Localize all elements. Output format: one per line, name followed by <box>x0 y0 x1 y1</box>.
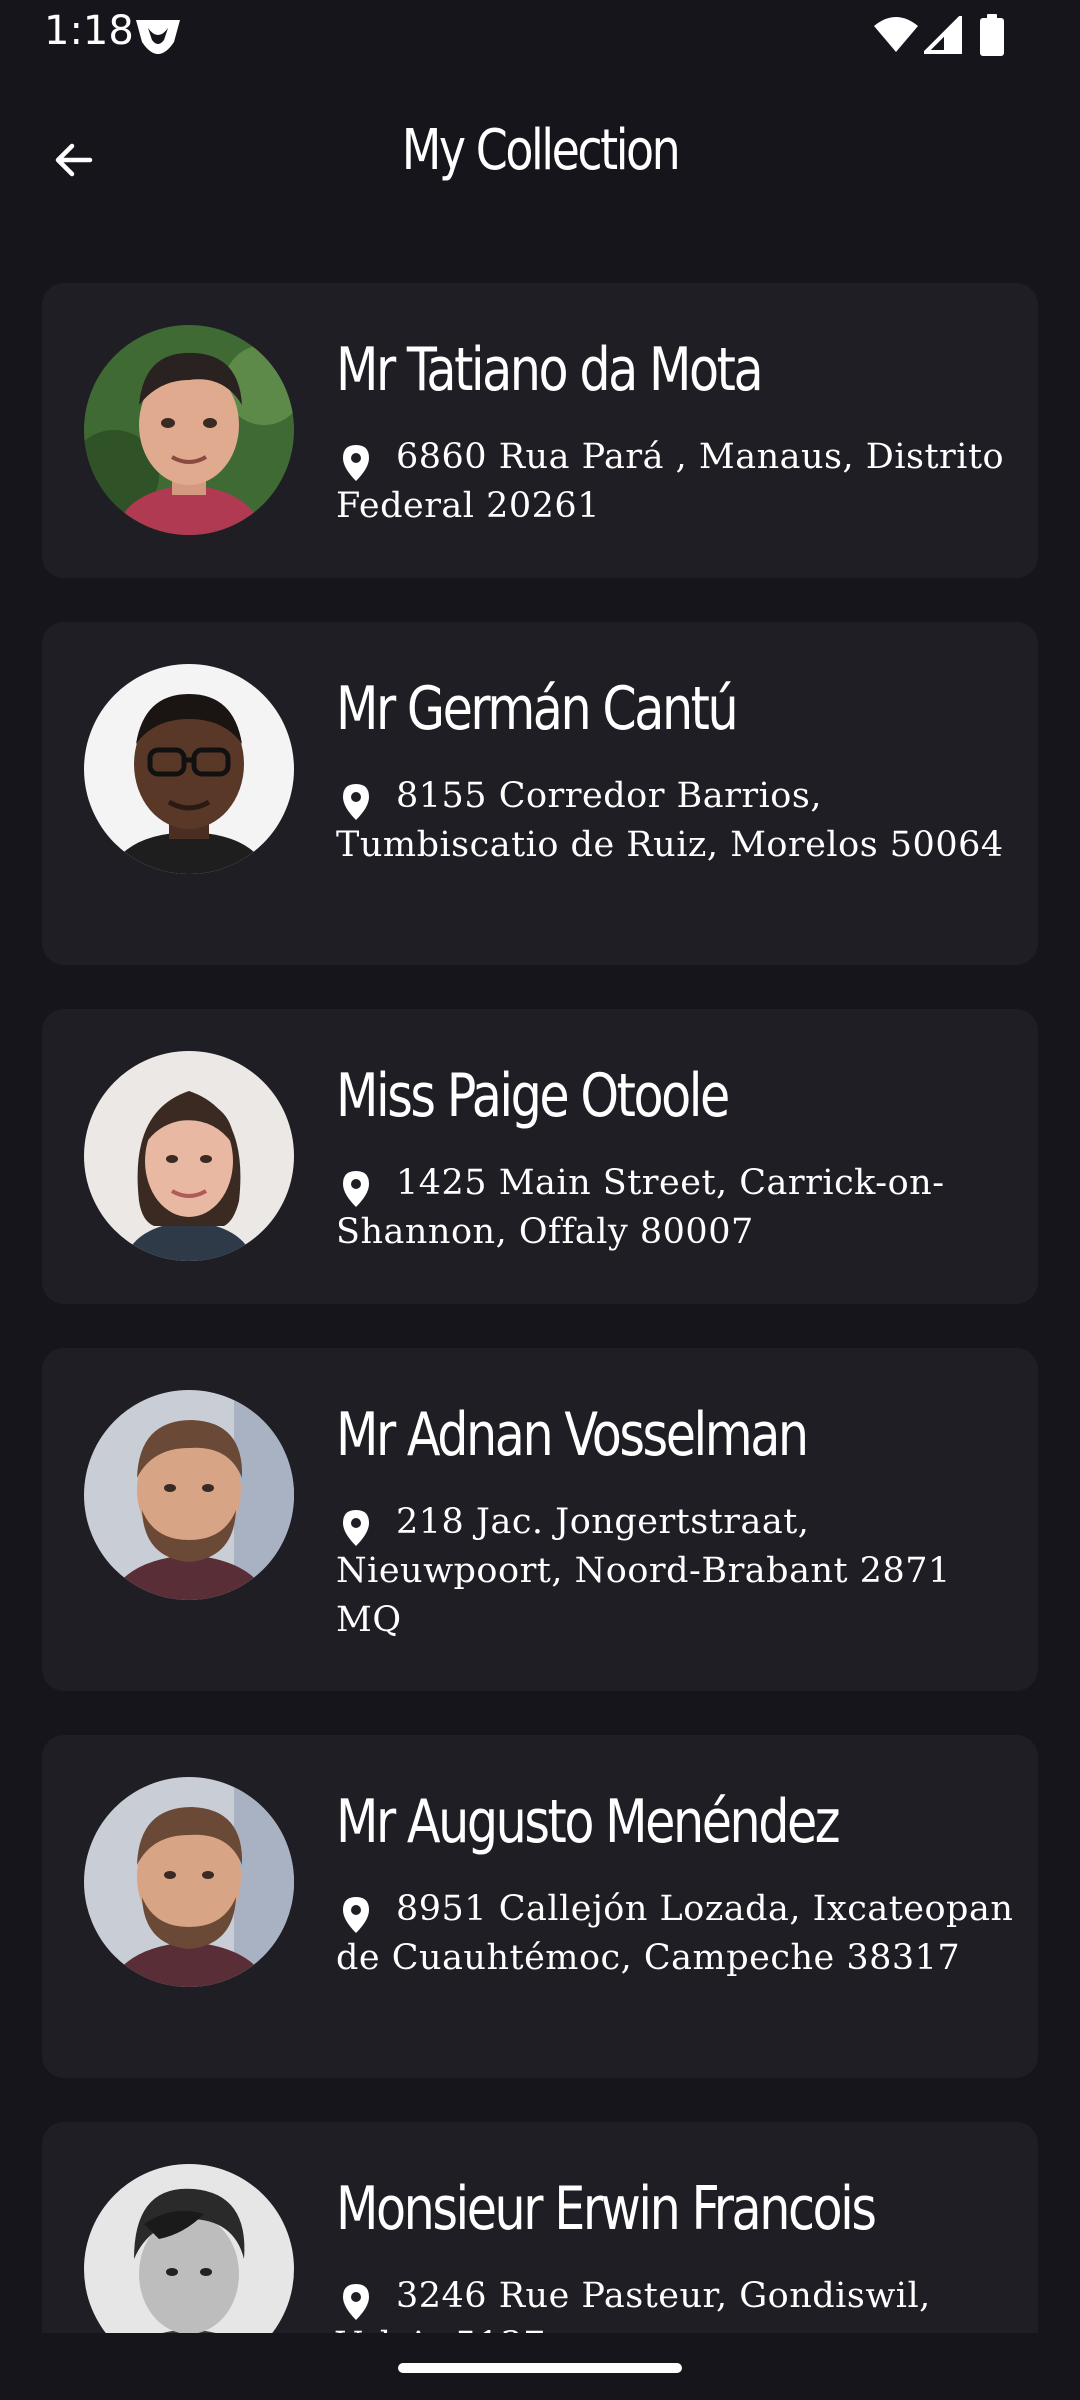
contact-address: 8951 Callejón Lozada, Ixcateopan de Cuau… <box>336 1889 1014 1978</box>
contact-name: Monsieur Erwin Francois <box>336 2174 877 2244</box>
contact-name: Mr Adnan Vosselman <box>336 1400 809 1470</box>
contact-card[interactable]: Mr Adnan Vosselman 218 Jac. Jongertstraa… <box>42 1348 1038 1691</box>
avatar <box>84 1051 294 1261</box>
cell-signal-icon <box>924 16 962 54</box>
home-indicator[interactable] <box>398 2363 682 2373</box>
contact-address: 8155 Corredor Barrios, Tumbiscatio de Ru… <box>336 776 1004 865</box>
contact-address: 218 Jac. Jongertstraat, Nieuwpoort, Noor… <box>336 1502 951 1640</box>
avatar <box>84 2164 294 2333</box>
contact-card[interactable]: Miss Paige Otoole 1425 Main Street, Carr… <box>42 1009 1038 1304</box>
contact-card[interactable]: Mr Tatiano da Mota 6860 Rua Pará , Manau… <box>42 283 1038 578</box>
status-bar: 1:18 <box>0 0 1080 74</box>
contact-name: Mr Germán Cantú <box>336 674 739 744</box>
app-notification-icon <box>136 20 180 54</box>
page-title: My Collection <box>401 118 681 183</box>
contact-card[interactable]: Mr Augusto Menéndez 8951 Callejón Lozada… <box>42 1735 1038 2078</box>
contact-list[interactable]: Mr Tatiano da Mota 6860 Rua Pará , Manau… <box>42 283 1038 2333</box>
contact-card[interactable]: Monsieur Erwin Francois 3246 Rue Pasteur… <box>42 2122 1038 2333</box>
contact-address: 1425 Main Street, Carrick-on-Shannon, Of… <box>336 1163 945 1252</box>
contact-card[interactable]: Mr Germán Cantú 8155 Corredor Barrios, T… <box>42 622 1038 965</box>
avatar <box>84 325 294 535</box>
avatar <box>84 1390 294 1600</box>
wifi-icon <box>874 17 918 52</box>
status-time: 1:18 <box>44 8 134 54</box>
avatar <box>84 664 294 874</box>
contact-name: Miss Paige Otoole <box>336 1061 730 1131</box>
contact-address: 6860 Rua Pará , Manaus, Distrito Federal… <box>336 437 1005 526</box>
avatar <box>84 1777 294 1987</box>
battery-icon <box>980 14 1004 56</box>
contact-name: Mr Tatiano da Mota <box>336 335 764 405</box>
arrow-left-icon <box>55 143 93 177</box>
app-bar: My Collection <box>0 100 1080 220</box>
contact-name: Mr Augusto Menéndez <box>336 1787 841 1857</box>
contact-address: 3246 Rue Pasteur, Gondiswil, Valais 5137 <box>336 2276 931 2333</box>
